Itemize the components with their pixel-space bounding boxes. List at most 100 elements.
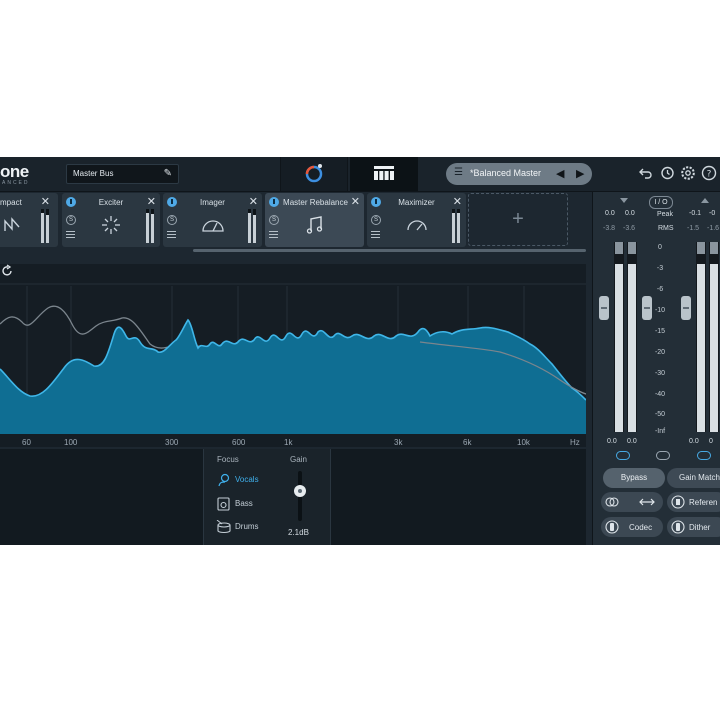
output-rms-right: -1.6 (707, 225, 720, 232)
close-icon[interactable]: ✕ (249, 195, 258, 208)
rebalance-icon (306, 216, 322, 234)
codec-label: Codec (629, 523, 653, 532)
focus-heading: Focus (217, 455, 239, 464)
input-level-right: 0.0 (627, 438, 637, 445)
edit-icon[interactable]: ✎ (164, 168, 172, 179)
center-link-icon[interactable] (656, 451, 670, 460)
input-gain-fader[interactable] (599, 296, 609, 320)
gain-heading: Gain (290, 455, 307, 464)
solo-icon[interactable]: S (167, 215, 177, 225)
close-icon[interactable]: ✕ (41, 195, 50, 208)
spectrum-fill (0, 320, 586, 434)
codec-button[interactable]: Codec (601, 517, 663, 537)
peak-marker-icon (620, 198, 628, 203)
bypass-button[interactable]: Bypass (603, 468, 665, 488)
bass-speaker-icon (217, 497, 230, 511)
output-gain-fader[interactable] (681, 296, 691, 320)
mono-icon (605, 497, 619, 507)
modules-view-button[interactable] (350, 157, 418, 191)
module-meter (46, 209, 49, 243)
input-rms-left: -3.8 (603, 225, 616, 232)
output-meter-left (696, 242, 706, 432)
solo-icon[interactable]: S (66, 215, 76, 225)
freq-label: 300 (165, 438, 179, 447)
module-controls: Focus Gain Vocals Bass Drums 2.1dB (0, 449, 586, 545)
focus-option-vocals[interactable]: Vocals (216, 473, 280, 487)
codec-icon (605, 520, 619, 534)
history-icon[interactable] (659, 165, 675, 181)
input-link-icon[interactable] (616, 451, 630, 460)
next-preset-icon[interactable]: ▶ (576, 167, 584, 180)
output-level-left: 0.0 (689, 438, 699, 445)
output-rms-left: -1.5 (687, 225, 700, 232)
meter-scale-label: -40 (654, 391, 666, 398)
reference-icon (671, 495, 685, 509)
prev-preset-icon[interactable]: ◀ (556, 167, 564, 180)
freq-label: 3k (394, 438, 403, 447)
input-rms-right: -3.6 (623, 225, 636, 232)
module-exciter[interactable]: S Exciter ✕ (62, 193, 160, 247)
imager-icon (201, 220, 224, 232)
header-bar: one ANCED Master Bus ✎ ☰ *Balanced Maste… (0, 157, 720, 192)
reference-button[interactable]: Referen (667, 492, 720, 512)
module-name: Exciter (98, 198, 124, 207)
focus-option-bass[interactable]: Bass (216, 497, 280, 511)
help-icon[interactable]: ? (701, 165, 717, 181)
meter-scale-label: -10 (654, 307, 666, 314)
list-icon[interactable]: ☰ (454, 167, 463, 178)
close-icon[interactable]: ✕ (147, 195, 156, 208)
io-toggle[interactable]: I / O (649, 196, 673, 209)
menu-icon[interactable] (371, 231, 380, 238)
module-name: Master Rebalance (283, 198, 348, 207)
power-icon[interactable] (269, 197, 279, 207)
assistant-button[interactable] (280, 157, 348, 191)
preset-selector[interactable]: ☰ *Balanced Master ◀ ▶ (446, 163, 592, 185)
module-meter (248, 209, 251, 243)
io-meter-panel: I / O 0.0 0.0 Peak -0.1 -0 -3.8 -3.6 RMS… (592, 192, 720, 545)
module-meter (452, 209, 455, 243)
solo-icon[interactable]: S (371, 215, 381, 225)
module-name: Imager (200, 198, 225, 207)
module-meter (457, 209, 460, 243)
solo-icon[interactable]: S (269, 215, 279, 225)
menu-icon[interactable] (269, 231, 278, 238)
add-icon: + (512, 208, 524, 230)
menu-icon[interactable] (167, 231, 176, 238)
meter-scale-label: -50 (654, 411, 666, 418)
module-impact[interactable]: mpact ✕ (0, 193, 58, 247)
module-scrollbar[interactable] (193, 249, 586, 252)
focus-label: Vocals (235, 475, 259, 484)
input-meter-left (614, 242, 624, 432)
add-module-button[interactable]: + (468, 193, 568, 246)
module-maximizer[interactable]: S Maximizer ✕ (367, 193, 466, 247)
dither-button[interactable]: Dither (667, 517, 720, 537)
app-logo: one (0, 162, 29, 181)
meter-scale-label: -30 (654, 370, 666, 377)
exciter-icon (102, 216, 120, 234)
undo-icon[interactable] (638, 165, 654, 181)
settings-icon[interactable] (680, 165, 696, 181)
meter-scale-label: 0 (658, 244, 662, 251)
reference-label: Referen (689, 498, 718, 507)
meter-scale-label: -20 (654, 349, 666, 356)
gain-slider[interactable] (294, 471, 306, 521)
close-icon[interactable]: ✕ (351, 195, 360, 208)
swap-button[interactable] (601, 492, 663, 512)
menu-icon[interactable] (66, 231, 75, 238)
module-imager[interactable]: S Imager ✕ (163, 193, 262, 247)
swap-arrows-icon (639, 498, 655, 506)
module-master-rebalance[interactable]: S Master Rebalance ✕ (265, 193, 364, 247)
gain-match-button[interactable]: Gain Match (667, 468, 720, 488)
focus-label: Bass (235, 499, 253, 508)
spectrum-graph (0, 283, 586, 434)
focus-option-drums[interactable]: Drums (216, 520, 280, 534)
module-meter (146, 209, 149, 243)
output-link-icon[interactable] (697, 451, 711, 460)
gain-slider-handle[interactable] (294, 485, 306, 498)
module-meter (41, 209, 44, 243)
close-icon[interactable]: ✕ (453, 195, 462, 208)
preset-name-field[interactable]: Master Bus ✎ (66, 164, 179, 184)
refresh-icon[interactable] (0, 264, 14, 278)
spectrum-display: 60 100 300 600 1k 3k 6k 10k Hz (0, 264, 586, 447)
meter-scale-label: -Inf (654, 428, 666, 435)
